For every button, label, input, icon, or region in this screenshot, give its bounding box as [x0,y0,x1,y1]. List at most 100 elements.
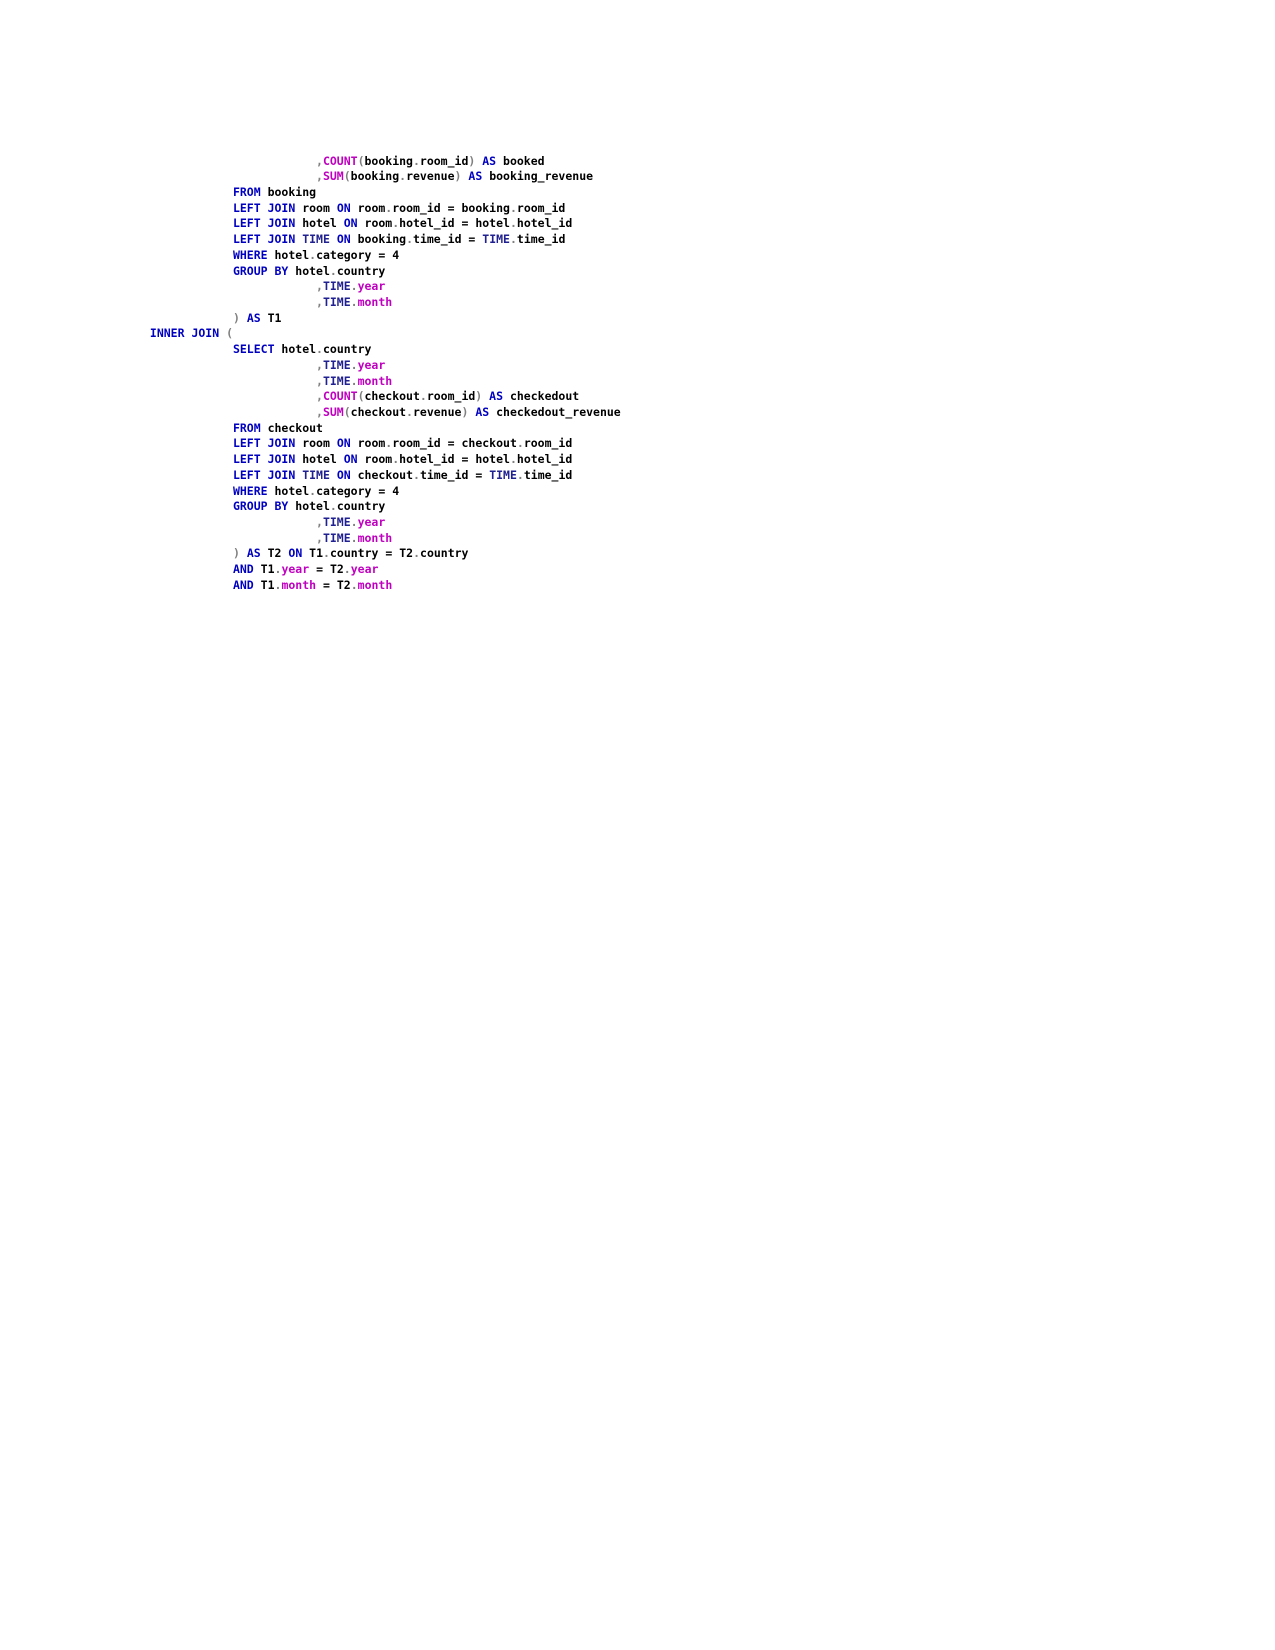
sql-code-listing: ,COUNT(booking.room_id) AS booked ,SUM(bo… [143,154,621,594]
code-token-pun: . [516,467,524,482]
code-line: FROM booking [143,185,621,201]
code-token-kw: AS [482,153,497,168]
code-token-kw: WHERE [232,483,268,498]
code-token-op: = [378,546,400,561]
code-token-tbl: TIME [489,467,517,482]
code-token-id: checkedout_revenue [489,405,621,419]
code-token-kw: LEFT JOIN [232,200,296,215]
code-token-tbl: TIME [322,294,351,309]
code-token-op: = [461,232,483,247]
code-token-id: booked [496,153,545,168]
code-token-pun: . [343,562,351,577]
code-line: SELECT hotel.country [143,342,621,358]
code-token-id: room [357,452,393,467]
code-token-kw: AND [232,577,254,592]
code-token-id: T2 [329,562,344,577]
code-token-id: T2 [336,577,351,592]
code-line: ,TIME.year [143,358,621,374]
code-token-pun: . [509,232,517,247]
code-token-id: checkout [350,467,414,482]
code-token-id: time_id [413,232,462,247]
code-token-id: revenue [406,169,455,184]
code-token-id: room_id [392,200,441,215]
code-token-id: room [295,436,337,451]
code-token-col: year [357,357,386,372]
code-token-pun: . [350,279,358,294]
code-token-id: hotel [288,263,330,278]
code-token-pun: , [316,530,323,545]
code-token-pun: . [350,294,358,309]
code-token-op: = [440,436,462,451]
code-token-id: T1 [253,577,275,592]
code-token-id [330,468,337,482]
code-token-id: hotel [274,342,317,357]
code-line: WHERE hotel.category = 4 [143,484,621,500]
code-token-pun: . [350,577,358,592]
code-token-kw: ON [336,436,351,451]
code-token-id [240,311,247,325]
code-token-id: hotel [295,216,344,231]
code-token-id: booking_revenue [482,169,594,184]
code-token-kw: LEFT JOIN [232,232,296,247]
code-token-fn: SUM [322,169,344,184]
code-token-fn: COUNT [322,153,358,168]
code-token-col: month [281,577,317,592]
code-line: LEFT JOIN room ON room.room_id = checkou… [143,436,621,452]
code-line: AND T1.month = T2.month [143,578,621,594]
code-line: GROUP BY hotel.country [143,499,621,515]
code-token-kw: ON [336,232,351,247]
code-token-id: checkedout [503,389,580,404]
code-token-pun: , [316,153,323,168]
code-token-tbl: TIME [322,357,351,372]
code-token-col: year [281,562,310,577]
code-line: LEFT JOIN TIME ON booking.time_id = TIME… [143,232,621,248]
code-token-pun: . [509,216,517,231]
code-token-tbl: TIME [322,373,351,388]
code-token-pun: ( [357,153,365,168]
code-line: LEFT JOIN hotel ON room.hotel_id = hotel… [143,452,621,468]
code-line: ,TIME.year [143,279,621,295]
code-line: LEFT JOIN TIME ON checkout.time_id = TIM… [143,468,621,484]
code-token-pun: . [316,342,323,357]
code-token-id: time_id [419,467,469,482]
code-token-fn: SUM [322,405,344,419]
code-token-id: hotel_id [399,216,455,231]
code-token-op: = [309,562,330,577]
code-token-kw: FROM [232,184,261,199]
code-token-id: booking [260,184,317,199]
code-token-tbl: TIME [322,515,351,530]
code-token-tbl: TIME [302,467,330,482]
code-token-kw: AS [246,310,261,325]
code-line: AND T1.year = T2.year [143,562,621,578]
code-line: LEFT JOIN hotel ON room.hotel_id = hotel… [143,216,621,232]
code-token-pun: ( [226,326,234,341]
code-token-kw: GROUP BY [232,263,289,278]
code-token-kw: ON [336,467,351,482]
code-token-pun: ) [232,310,240,325]
code-token-tbl: TIME [322,279,351,294]
code-token-kw: INNER JOIN [149,326,220,341]
code-token-kw: AS [468,169,483,184]
code-token-id: time_id [516,232,566,247]
code-line: GROUP BY hotel.country [143,264,621,280]
code-line: ,TIME.year [143,515,621,531]
code-token-id: T1 [260,310,282,325]
code-token-kw: LEFT JOIN [232,452,296,467]
code-token-op: = [440,200,462,215]
code-token-id: checkout [461,436,517,451]
code-token-col: month [357,577,393,592]
code-token-id: room_id [392,436,441,451]
code-token-col: month [357,373,393,388]
code-token-id: revenue [412,405,462,419]
code-token-pun: . [350,515,358,530]
code-token-kw: ON [343,216,358,231]
code-token-id: room_id [523,436,573,451]
code-token-op: = [316,577,337,592]
code-token-id: T1 [253,562,275,577]
code-token-col: month [357,294,393,309]
code-token-id: room [357,216,393,231]
code-token-id: country [420,546,469,561]
code-token-op: = [468,467,490,482]
code-token-id: booking [350,232,407,247]
code-token-pun: . [412,153,420,168]
